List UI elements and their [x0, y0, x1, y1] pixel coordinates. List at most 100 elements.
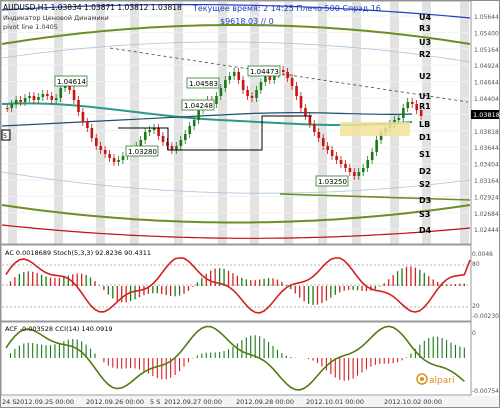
- candle-body: [339, 160, 343, 164]
- pivot-label: pivot line 1.0405: [3, 23, 58, 31]
- chart-canvas[interactable]: 5 1.04614 1.04583 1.04473 1.04248 1.03280 1.0…: [0, 0, 500, 408]
- candle-body: [250, 96, 254, 98]
- acf-axis-label: -0.00754: [472, 388, 499, 395]
- ac-axis-label: 0.0046: [472, 251, 493, 258]
- channel-box-line: [118, 115, 312, 151]
- candle-body: [10, 104, 14, 108]
- candle-body: [188, 126, 192, 134]
- acf-title: ACF -0.003528 CCI(14) 140.0919: [5, 325, 113, 333]
- level-label-s2: S2: [419, 180, 430, 189]
- ac-axis-label: 80: [472, 261, 480, 268]
- candle-body: [375, 140, 378, 152]
- candle-body: [143, 132, 147, 140]
- level-label-d4: D4: [419, 226, 432, 235]
- price-axis-label: 1.04404: [474, 96, 499, 103]
- candle-body: [326, 146, 329, 150]
- candle-body: [81, 112, 85, 122]
- acf-cci-panel[interactable]: 0 -0.00754 ACF -0.003528 CCI(14) 140.0919…: [0, 321, 499, 396]
- time-axis-label: 2012.10.02 00:00: [384, 398, 442, 406]
- candle-body: [344, 164, 347, 168]
- candle-body: [6, 108, 9, 109]
- price-callout: 1.03250: [318, 178, 347, 186]
- level-label-lb: LB: [419, 120, 430, 129]
- candle-body: [184, 134, 187, 140]
- lower-envelope-red: [1, 224, 471, 239]
- candle-body: [224, 80, 227, 88]
- candle-body: [59, 88, 62, 98]
- candle-body: [157, 128, 160, 136]
- price-axis-label: 1.03644: [474, 145, 499, 152]
- candle-body: [95, 138, 98, 146]
- left-box-label: 5: [3, 132, 7, 140]
- candle-body: [50, 96, 54, 100]
- candle-body: [19, 100, 22, 102]
- candle-body: [46, 94, 49, 96]
- price-callout: 1.04583: [189, 80, 218, 88]
- candle-body: [148, 130, 151, 132]
- candle-body: [139, 140, 143, 146]
- candle-body: [197, 110, 200, 120]
- current-price-label: 1.03818: [473, 111, 500, 119]
- candle-body: [192, 120, 196, 126]
- candle-body: [406, 102, 410, 108]
- lb-zone: [340, 122, 410, 136]
- candle-body: [237, 72, 240, 80]
- candle-body: [121, 156, 125, 160]
- candle-body: [14, 100, 18, 104]
- price-axis: 1.05644 1.05400 1.05164 1.04924 1.04644 1.044…: [471, 14, 500, 234]
- indicator-curves: [1, 3, 471, 239]
- upper-envelope-green: [1, 24, 471, 45]
- indicator-name: Индикатор Ценовой Динамики: [3, 14, 109, 22]
- candle-body: [264, 76, 267, 82]
- candle-body: [219, 88, 223, 96]
- level-label-u3: U3: [419, 38, 431, 47]
- candle-body: [317, 132, 321, 138]
- acf-axis: 0 -0.00754: [472, 330, 499, 395]
- ac-stochastic-panel[interactable]: 0.0046 80 20 -0.00230 AC 0.0018689 Stoch(5,…: [0, 244, 499, 322]
- price-callout: 1.04614: [57, 78, 86, 86]
- candle-body: [348, 168, 352, 172]
- candle-body: [295, 86, 298, 96]
- candle-body: [117, 160, 120, 162]
- time-axis-label: 2012.09.25 00:00: [16, 398, 74, 406]
- candle-body: [103, 150, 107, 154]
- price-axis-label: 1.04644: [474, 80, 499, 87]
- price-axis-label: 1.02444: [474, 227, 499, 234]
- acf-axis-label: 0: [472, 330, 476, 337]
- time-axis-label: 2012.09.28 00:00: [236, 398, 294, 406]
- candle-body: [255, 90, 258, 98]
- candle-body: [397, 118, 401, 120]
- time-axis-label: 5 S: [150, 398, 160, 406]
- candle-body: [286, 72, 289, 78]
- watermark-text: alpari: [429, 376, 454, 386]
- price-axis-label: 1.03818: [474, 129, 499, 136]
- price-axis-label: 1.03404: [474, 162, 499, 169]
- d3-support-line: [279, 193, 471, 201]
- candle-body: [41, 94, 45, 97]
- level-label-r2: R2: [419, 50, 431, 59]
- candle-body: [175, 146, 178, 150]
- candle-body: [23, 98, 27, 102]
- candle-body: [290, 78, 294, 86]
- balance-label: $9618.03 // 0: [220, 17, 274, 26]
- price-callout: 1.04248: [184, 102, 213, 110]
- candle-body: [108, 154, 111, 158]
- symbol-line: AUDUSD,H1 1.03834 1.03871 1.03812 1.0381…: [3, 3, 182, 12]
- price-axis-label: 1.05164: [474, 47, 499, 54]
- candle-body: [112, 158, 116, 162]
- level-label-s1: S1: [419, 150, 431, 159]
- time-axis-label: 24 S: [2, 398, 16, 406]
- candle-body: [215, 96, 218, 104]
- candle-body: [362, 168, 365, 172]
- candle-body: [330, 150, 334, 156]
- level-label-d3: D3: [419, 196, 431, 205]
- level-label-u2: U2: [419, 72, 431, 81]
- ac-title: AC 0.0018689 Stoch(5,3,3) 92.8236 90.431…: [5, 249, 151, 257]
- lower-envelope-green: [1, 204, 471, 224]
- time-axis-label: 2012.09.27 00:00: [164, 398, 222, 406]
- candle-body: [357, 172, 361, 176]
- level-label-s3: S3: [419, 210, 430, 219]
- candle-body: [54, 98, 58, 100]
- price-callout: 1.03280: [128, 148, 157, 156]
- trading-terminal-chart[interactable]: 5 1.04614 1.04583 1.04473 1.04248 1.03280 1.0…: [0, 0, 500, 408]
